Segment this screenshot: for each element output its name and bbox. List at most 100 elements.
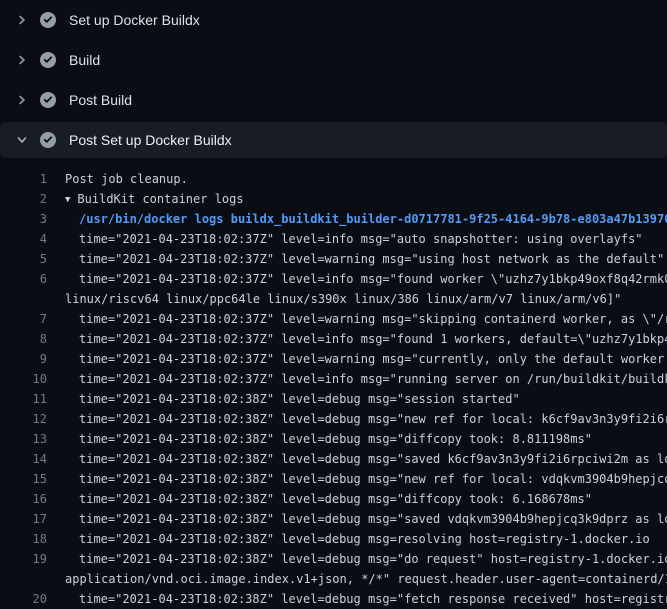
log-text-content: application/vnd.oci.image.index.v1+json,… <box>65 572 667 586</box>
step-label: Build <box>69 52 100 68</box>
log-row: linux/riscv64 linux/ppc64le linux/s390x … <box>0 289 667 309</box>
log-text-content: linux/riscv64 linux/ppc64le linux/s390x … <box>65 292 621 306</box>
log-row: 14 time="2021-04-23T18:02:38Z" level=deb… <box>0 449 667 469</box>
log-text: linux/riscv64 linux/ppc64le linux/s390x … <box>47 289 621 309</box>
line-number[interactable]: 3 <box>0 209 47 229</box>
line-number[interactable]: 16 <box>0 489 47 509</box>
log-text-content: time="2021-04-23T18:02:37Z" level=info m… <box>79 332 667 346</box>
step-label: Set up Docker Buildx <box>69 12 200 28</box>
log-text: time="2021-04-23T18:02:37Z" level=warnin… <box>47 249 664 269</box>
line-number[interactable]: 11 <box>0 389 47 409</box>
line-number <box>0 289 47 309</box>
log-text-content: time="2021-04-23T18:02:38Z" level=debug … <box>79 592 667 606</box>
log-row: 19 time="2021-04-23T18:02:38Z" level=deb… <box>0 549 667 569</box>
line-number[interactable]: 9 <box>0 349 47 369</box>
log-text: application/vnd.oci.image.index.v1+json,… <box>47 569 667 589</box>
chevron-down-icon <box>14 134 30 146</box>
log-row: 18 time="2021-04-23T18:02:38Z" level=deb… <box>0 529 667 549</box>
step-row-set-up-docker-buildx[interactable]: Set up Docker Buildx <box>0 0 667 40</box>
log-text: time="2021-04-23T18:02:38Z" level=debug … <box>47 529 650 549</box>
step-row-post-build[interactable]: Post Build <box>0 80 667 120</box>
line-number[interactable]: 12 <box>0 409 47 429</box>
log-text: time="2021-04-23T18:02:37Z" level=warnin… <box>47 309 667 329</box>
triangle-down-icon: ▼ <box>65 195 70 205</box>
log-text-content: time="2021-04-23T18:02:38Z" level=debug … <box>79 412 667 426</box>
log-row: 2 ▼ BuildKit container logs <box>0 189 667 209</box>
log-text-content: time="2021-04-23T18:02:37Z" level=info m… <box>79 372 667 386</box>
log-text: /usr/bin/docker logs buildx_buildkit_bui… <box>47 209 667 229</box>
log-row: 10 time="2021-04-23T18:02:37Z" level=inf… <box>0 369 667 389</box>
log-text-content: time="2021-04-23T18:02:38Z" level=debug … <box>79 512 667 526</box>
line-number[interactable]: 10 <box>0 369 47 389</box>
log-text: time="2021-04-23T18:02:38Z" level=debug … <box>47 589 667 609</box>
log-text: time="2021-04-23T18:02:37Z" level=warnin… <box>47 349 667 369</box>
log-text: Post job cleanup. <box>47 169 188 189</box>
log-text: time="2021-04-23T18:02:37Z" level=info m… <box>47 269 667 289</box>
log-row: 13 time="2021-04-23T18:02:38Z" level=deb… <box>0 429 667 449</box>
line-number[interactable]: 17 <box>0 509 47 529</box>
step-row-build[interactable]: Build <box>0 40 667 80</box>
line-number[interactable]: 2 <box>0 189 47 209</box>
log-text: time="2021-04-23T18:02:37Z" level=info m… <box>47 369 667 389</box>
check-circle-icon <box>40 12 56 28</box>
line-number[interactable]: 14 <box>0 449 47 469</box>
line-number[interactable]: 5 <box>0 249 47 269</box>
log-row: 1 Post job cleanup. <box>0 169 667 189</box>
line-number[interactable]: 18 <box>0 529 47 549</box>
log-text-content: time="2021-04-23T18:02:38Z" level=debug … <box>79 492 592 506</box>
line-number[interactable]: 13 <box>0 429 47 449</box>
log-text-content: time="2021-04-23T18:02:38Z" level=debug … <box>79 552 667 566</box>
log-row: 4 time="2021-04-23T18:02:37Z" level=info… <box>0 229 667 249</box>
line-number[interactable]: 15 <box>0 469 47 489</box>
log-row: 15 time="2021-04-23T18:02:38Z" level=deb… <box>0 469 667 489</box>
log-text: time="2021-04-23T18:02:38Z" level=debug … <box>47 549 667 569</box>
log-row: 16 time="2021-04-23T18:02:38Z" level=deb… <box>0 489 667 509</box>
log-text-content: time="2021-04-23T18:02:37Z" level=info m… <box>79 232 643 246</box>
log-text-content: time="2021-04-23T18:02:38Z" level=debug … <box>79 432 592 446</box>
line-number[interactable]: 1 <box>0 169 47 189</box>
log-text-content: time="2021-04-23T18:02:37Z" level=warnin… <box>79 352 667 366</box>
log-row: application/vnd.oci.image.index.v1+json,… <box>0 569 667 589</box>
log-row: 3 /usr/bin/docker logs buildx_buildkit_b… <box>0 209 667 229</box>
log-text-content: BuildKit container logs <box>77 192 243 206</box>
line-number[interactable]: 7 <box>0 309 47 329</box>
line-number[interactable]: 20 <box>0 589 47 609</box>
log-text: time="2021-04-23T18:02:38Z" level=debug … <box>47 409 667 429</box>
log-text-content: time="2021-04-23T18:02:37Z" level=warnin… <box>79 252 664 266</box>
log-text: time="2021-04-23T18:02:38Z" level=debug … <box>47 449 667 469</box>
check-circle-icon <box>40 92 56 108</box>
log-text-content: time="2021-04-23T18:02:37Z" level=info m… <box>79 272 667 286</box>
log-text: time="2021-04-23T18:02:37Z" level=info m… <box>47 229 643 249</box>
log-row: 7 time="2021-04-23T18:02:37Z" level=warn… <box>0 309 667 329</box>
log-text: time="2021-04-23T18:02:38Z" level=debug … <box>47 509 667 529</box>
steps-list: Set up Docker Buildx Build Post Build <box>0 0 667 158</box>
log-text-content: time="2021-04-23T18:02:37Z" level=warnin… <box>79 312 667 326</box>
chevron-right-icon <box>14 54 30 66</box>
chevron-right-icon <box>14 94 30 106</box>
log-row: 9 time="2021-04-23T18:02:37Z" level=warn… <box>0 349 667 369</box>
log-text-content: time="2021-04-23T18:02:38Z" level=debug … <box>79 452 667 466</box>
check-circle-icon <box>40 132 56 148</box>
log-text-content: /usr/bin/docker logs buildx_buildkit_bui… <box>79 212 667 226</box>
log-row: 20 time="2021-04-23T18:02:38Z" level=deb… <box>0 589 667 609</box>
step-label: Post Set up Docker Buildx <box>69 132 232 148</box>
log-text: time="2021-04-23T18:02:37Z" level=info m… <box>47 329 667 349</box>
log-text-content: time="2021-04-23T18:02:38Z" level=debug … <box>79 392 520 406</box>
log-text-content: Post job cleanup. <box>65 172 188 186</box>
step-row-post-set-up-docker-buildx[interactable]: Post Set up Docker Buildx <box>0 122 667 158</box>
log-text[interactable]: ▼ BuildKit container logs <box>47 189 244 209</box>
line-number[interactable]: 4 <box>0 229 47 249</box>
line-number <box>0 569 47 589</box>
log-text: time="2021-04-23T18:02:38Z" level=debug … <box>47 389 520 409</box>
log-text-content: time="2021-04-23T18:02:38Z" level=debug … <box>79 472 667 486</box>
log-view: 1 Post job cleanup. 2 ▼ BuildKit containe… <box>0 169 667 609</box>
line-number[interactable]: 6 <box>0 269 47 289</box>
line-number[interactable]: 19 <box>0 549 47 569</box>
log-text-content: time="2021-04-23T18:02:38Z" level=debug … <box>79 532 650 546</box>
log-text: time="2021-04-23T18:02:38Z" level=debug … <box>47 469 667 489</box>
log-row: 11 time="2021-04-23T18:02:38Z" level=deb… <box>0 389 667 409</box>
line-number[interactable]: 8 <box>0 329 47 349</box>
log-row: 8 time="2021-04-23T18:02:37Z" level=info… <box>0 329 667 349</box>
chevron-right-icon <box>14 14 30 26</box>
check-circle-icon <box>40 52 56 68</box>
